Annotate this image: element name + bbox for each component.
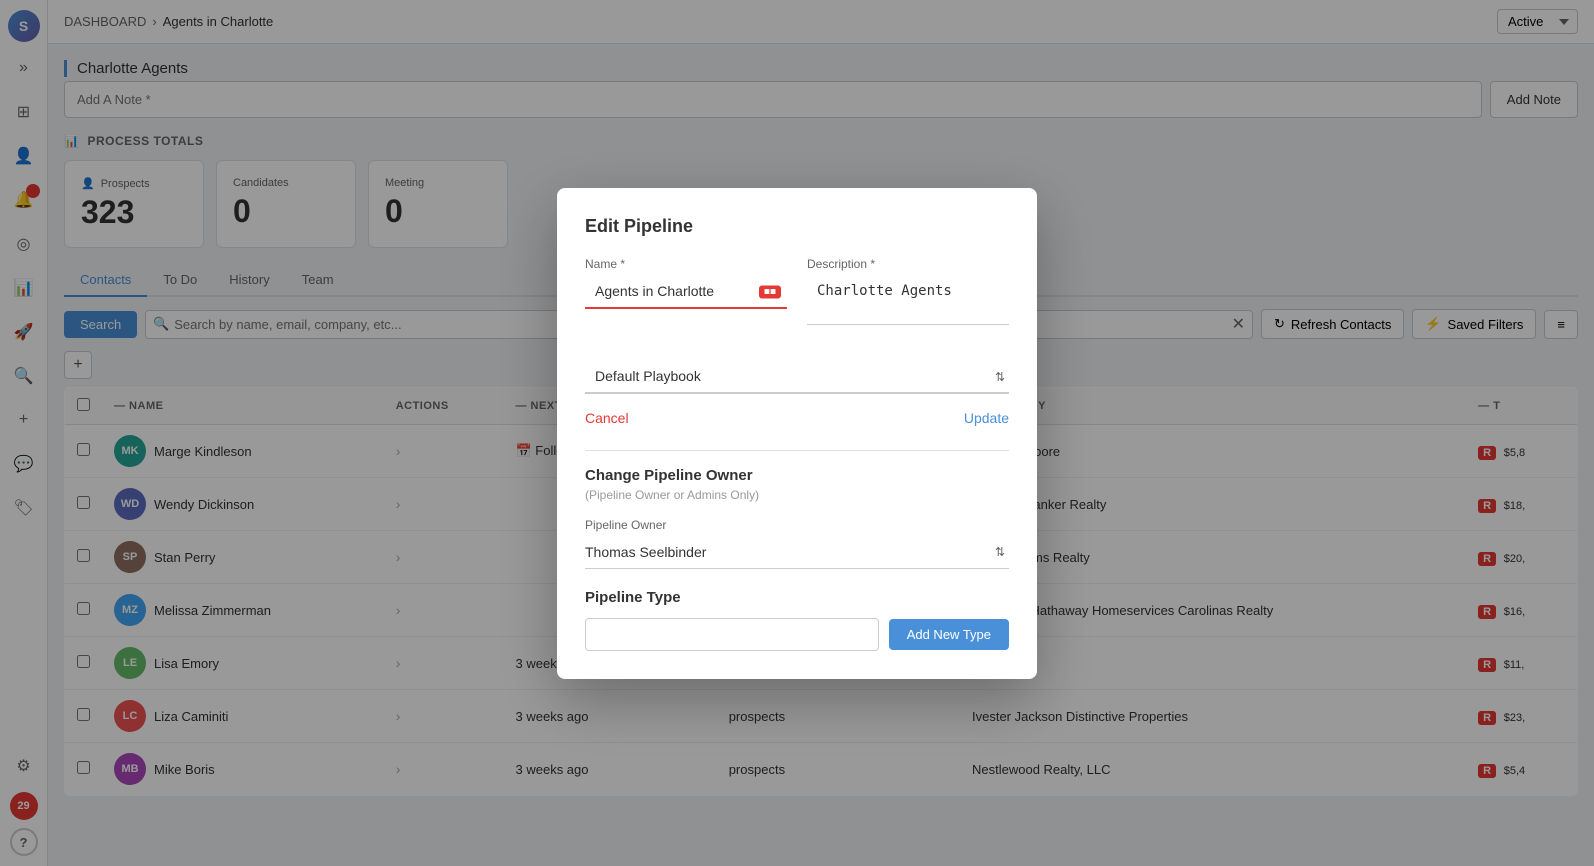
pipeline-type-section: Pipeline Type Add New Type [585, 589, 1009, 651]
modal-title: Edit Pipeline [585, 216, 1009, 237]
modal-overlay[interactable]: Edit Pipeline Name * ■■ Description * Ch… [0, 0, 1594, 866]
description-label: Description * [807, 257, 1009, 271]
modal-actions: Cancel Update [585, 410, 1009, 426]
playbook-form-group: Default Playbook [585, 360, 1009, 394]
update-button[interactable]: Update [964, 410, 1009, 426]
owner-label: Pipeline Owner [585, 518, 1009, 532]
name-label: Name * [585, 257, 787, 271]
name-input-wrap: ■■ [585, 275, 787, 309]
playbook-select-wrap: Default Playbook [585, 360, 1009, 394]
description-form-group: Description * Charlotte Agents [807, 257, 1009, 328]
pipeline-name-input[interactable] [585, 275, 787, 309]
pipeline-type-input[interactable] [585, 618, 879, 651]
edit-pipeline-modal: Edit Pipeline Name * ■■ Description * Ch… [557, 188, 1037, 679]
name-badge: ■■ [759, 285, 781, 298]
change-owner-subtitle: (Pipeline Owner or Admins Only) [585, 488, 1009, 502]
change-owner-title: Change Pipeline Owner [585, 467, 1009, 484]
add-new-type-button[interactable]: Add New Type [889, 619, 1009, 650]
pipeline-description-input[interactable]: Charlotte Agents [807, 275, 1009, 325]
modal-divider [585, 450, 1009, 451]
pipeline-type-title: Pipeline Type [585, 589, 1009, 606]
cancel-button[interactable]: Cancel [585, 410, 629, 426]
owner-select-wrap: Thomas Seelbinder [585, 536, 1009, 569]
name-form-group: Name * ■■ [585, 257, 787, 328]
playbook-select[interactable]: Default Playbook [585, 360, 1009, 394]
modal-top-row: Name * ■■ Description * Charlotte Agents [585, 257, 1009, 344]
pipeline-type-row: Add New Type [585, 618, 1009, 651]
owner-select[interactable]: Thomas Seelbinder [585, 536, 1009, 568]
owner-form-group: Pipeline Owner Thomas Seelbinder [585, 518, 1009, 569]
